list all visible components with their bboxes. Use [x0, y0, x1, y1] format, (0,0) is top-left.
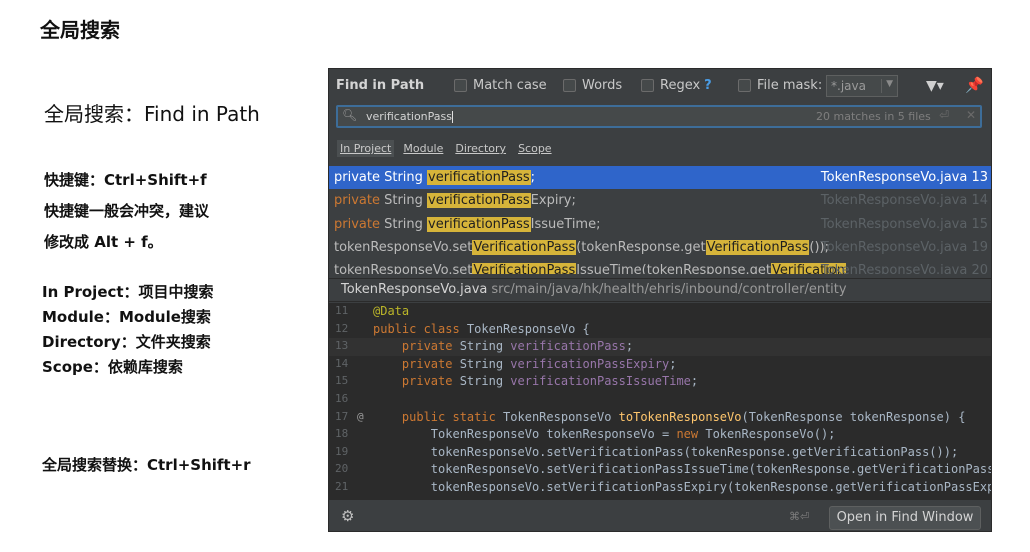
result-text: private String verificationPassIssueTime…	[334, 216, 601, 232]
scope-notes: In Project：项目中搜索 Module：Module搜索 Directo…	[42, 280, 214, 380]
checkbox-box[interactable]	[454, 79, 467, 92]
dialog-header: Find in Path Match case Words Regex? Fil…	[329, 69, 991, 105]
code-line: 12 public class TokenResponseVo {	[335, 321, 590, 336]
file-mask-label: File mask:	[757, 78, 823, 93]
pin-icon[interactable]: 📌	[965, 76, 984, 94]
checkbox-box[interactable]	[563, 79, 576, 92]
code-line: 13 private String verificationPass;	[329, 338, 991, 356]
regex-help-icon[interactable]: ?	[704, 78, 712, 93]
result-row[interactable]: private String verificationPassIssueTime…	[329, 213, 991, 236]
result-file: TokenResponseVo.java 15	[820, 216, 988, 232]
code-line: 19 tokenResponseVo.setVerificationPass(t…	[335, 444, 959, 459]
scope-tabs: In Project Module Directory Scope	[337, 140, 555, 157]
result-row[interactable]: private String verificationPassExpiry; To…	[329, 189, 991, 212]
tab-directory[interactable]: Directory	[452, 140, 509, 157]
file-mask-select[interactable]: *.java ▼	[826, 75, 898, 97]
result-row[interactable]: tokenResponseVo.setVerificationPass(toke…	[329, 236, 991, 259]
file-mask-value: *.java	[831, 79, 866, 93]
code-line: 18 TokenResponseVo tokenResponseVo = new…	[335, 427, 836, 442]
file-mask-checkbox[interactable]: File mask:	[738, 78, 822, 93]
search-field[interactable]: 🔍︎ verificationPass 20 matches in 5 file…	[336, 105, 982, 128]
regex-checkbox[interactable]: Regex?	[641, 78, 712, 93]
clear-icon[interactable]: ✕	[966, 108, 976, 122]
override-gutter-icon[interactable]: @	[357, 410, 364, 423]
chevron-down-icon[interactable]: ▼	[881, 79, 893, 93]
note-line: Directory：文件夹搜索	[42, 333, 211, 351]
code-line: 11 @Data	[335, 304, 410, 318]
tab-in-project[interactable]: In Project	[337, 140, 395, 157]
shortcut-hint: ⌘⏎	[789, 510, 810, 523]
code-line: 17 @ public static TokenResponseVo toToke…	[335, 409, 966, 424]
shortcut-notes: 快捷键：Ctrl+Shift+f 快捷键一般会冲突，建议 修改成 Alt + f…	[44, 165, 209, 258]
section-heading: 全局搜索：Find in Path	[44, 102, 260, 126]
search-icon[interactable]: 🔍︎	[342, 108, 357, 122]
page-title: 全局搜索	[40, 18, 120, 42]
checkbox-box[interactable]	[641, 79, 654, 92]
match-case-checkbox[interactable]: Match case	[454, 78, 547, 93]
search-input[interactable]: verificationPass	[366, 110, 453, 123]
note-line: 全局搜索替换：Ctrl+Shift+r	[42, 456, 251, 474]
result-file: TokenResponseVo.java 20	[820, 263, 988, 274]
find-in-path-dialog: Find in Path Match case Words Regex? Fil…	[328, 68, 992, 532]
match-count: 20 matches in 5 files	[816, 110, 931, 123]
filter-icon[interactable]: ▼▾	[926, 78, 944, 94]
newline-icon[interactable]: ⏎	[939, 108, 949, 122]
words-label: Words	[582, 78, 623, 93]
replace-notes: 全局搜索替换：Ctrl+Shift+r	[42, 450, 251, 481]
open-in-find-window-button[interactable]: Open in Find Window	[829, 506, 981, 530]
file-name: TokenResponseVo.java	[341, 282, 488, 297]
note-line: 快捷键一般会冲突，建议	[44, 202, 210, 220]
checkbox-box[interactable]	[738, 79, 751, 92]
note-line: 修改成 Alt + f。	[44, 233, 163, 251]
match-case-label: Match case	[473, 78, 547, 93]
code-line: 15 private String verificationPassIssueT…	[335, 374, 699, 389]
file-path: src/main/java/hk/health/ehris/inbound/co…	[491, 282, 847, 297]
gear-icon[interactable]: ⚙	[341, 507, 354, 525]
result-text: tokenResponseVo.setVerificationPass(toke…	[334, 239, 829, 255]
code-preview[interactable]: 11 @Data 12 public class TokenResponseVo { 1…	[329, 303, 991, 499]
regex-label: Regex	[660, 78, 701, 93]
result-file: TokenResponseVo.java 19	[820, 239, 988, 255]
result-row[interactable]: tokenResponseVo.setVerificationPassIssue…	[329, 259, 991, 274]
file-path-bar: TokenResponseVo.java src/main/java/hk/hea…	[329, 278, 991, 302]
result-text: private String verificationPass;	[334, 170, 536, 185]
dialog-title: Find in Path	[336, 78, 425, 93]
result-text: private String verificationPassExpiry;	[334, 193, 576, 209]
code-line: 21 tokenResponseVo.setVerificationPassEx…	[335, 479, 991, 494]
dialog-footer: ⚙ ⌘⏎ Open in Find Window	[329, 499, 991, 531]
results-list: private String verificationPass; TokenRes…	[329, 166, 991, 274]
tab-scope[interactable]: Scope	[515, 140, 555, 157]
code-line: 20 tokenResponseVo.setVerificationPassIs…	[335, 462, 991, 477]
result-file: TokenResponseVo.java 13	[820, 170, 988, 185]
code-line: 14 private String verificationPassExpiry…	[335, 356, 677, 371]
note-line: In Project：项目中搜索	[42, 283, 214, 301]
words-checkbox[interactable]: Words	[563, 78, 622, 93]
result-file: TokenResponseVo.java 14	[820, 193, 988, 209]
code-line: 16	[335, 391, 349, 405]
result-row[interactable]: private String verificationPass; TokenRes…	[329, 166, 991, 190]
note-line: 快捷键：Ctrl+Shift+f	[44, 171, 207, 189]
note-line: Scope：依赖库搜索	[42, 358, 183, 376]
note-line: Module：Module搜索	[42, 308, 211, 326]
tab-module[interactable]: Module	[400, 140, 446, 157]
result-text: tokenResponseVo.setVerificationPassIssue…	[334, 263, 847, 274]
